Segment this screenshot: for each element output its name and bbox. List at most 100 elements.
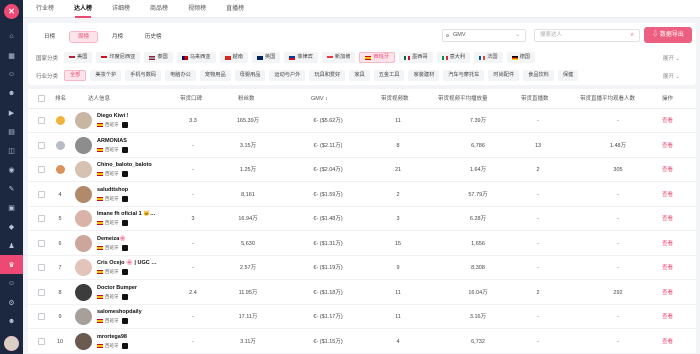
category-computer[interactable]: 电脑办公	[165, 70, 196, 81]
avatar[interactable]	[75, 112, 92, 129]
country-es[interactable]: 西班牙	[359, 52, 396, 63]
row-checkbox[interactable]	[38, 288, 45, 296]
table-row[interactable]: Diego Kiwi ! 西班牙 3.3 165.39万 €- ($5.62万) 11 7.…	[28, 109, 696, 133]
view-button[interactable]: 查看	[662, 183, 673, 207]
creator-name[interactable]: saludttshop	[97, 187, 128, 194]
account-icon[interactable]: ☻	[0, 312, 23, 331]
category-fashion[interactable]: 时尚配件	[488, 70, 520, 81]
category-auto[interactable]: 汽车与摩托车	[443, 70, 485, 81]
diamond-icon[interactable]: ◆	[0, 217, 23, 236]
search-input[interactable]: 搜索达人 ⌕	[534, 29, 640, 42]
person-icon[interactable]: ☺	[0, 274, 23, 293]
avatar[interactable]	[75, 332, 92, 350]
home-icon[interactable]: ⌂	[0, 27, 23, 46]
tab-live[interactable]: 直播榜	[226, 0, 244, 18]
user-group-icon[interactable]: ☻	[0, 84, 23, 103]
creator-name[interactable]: ARMONIAS	[97, 138, 127, 145]
tab-product[interactable]: 商品榜	[150, 0, 168, 18]
category-baby[interactable]: 母婴用品	[234, 70, 266, 81]
period-history[interactable]: 历史榜	[137, 31, 170, 43]
live-icon[interactable]: ◉	[0, 160, 23, 179]
tab-detail[interactable]: 详细榜	[112, 0, 130, 18]
search-icon[interactable]: ⌕	[631, 30, 634, 41]
product-icon[interactable]: ▣	[0, 198, 23, 217]
country-de[interactable]: 德国	[506, 52, 535, 63]
export-button[interactable]: ⇩ 数据导出	[644, 27, 692, 43]
profile-avatar[interactable]	[4, 336, 19, 351]
row-checkbox[interactable]	[38, 117, 45, 124]
shop-icon[interactable]: ◫	[0, 141, 23, 160]
avatar[interactable]	[75, 161, 92, 178]
table-row[interactable]: 4 saludttshop 西班牙 - 8,161 €- ($1.59万) 2 57.79万 -…	[28, 183, 696, 207]
tiktok-icon[interactable]	[121, 269, 128, 275]
category-home-improvement[interactable]: 家装建材	[408, 70, 440, 81]
dashboard-icon[interactable]: ▦	[0, 46, 23, 65]
view-button[interactable]: 查看	[662, 109, 673, 133]
avatar[interactable]	[75, 283, 92, 301]
country-my[interactable]: 马来西亚	[176, 52, 216, 63]
row-checkbox[interactable]	[38, 313, 45, 320]
settings-icon[interactable]: ⚙	[0, 293, 23, 312]
category-furniture[interactable]: 家具	[349, 70, 370, 81]
tiktok-icon[interactable]	[121, 293, 128, 300]
app-logo[interactable]: ✕	[4, 4, 19, 19]
category-health[interactable]: 保健	[557, 70, 579, 81]
tab-creator[interactable]: 达人榜	[74, 0, 92, 18]
row-checkbox[interactable]	[38, 166, 45, 173]
row-checkbox[interactable]	[38, 264, 45, 271]
category-tools[interactable]: 五金工具	[373, 70, 405, 81]
view-button[interactable]: 查看	[662, 281, 673, 305]
chart-icon[interactable]: ▤	[0, 122, 23, 141]
avatar[interactable]	[75, 259, 92, 276]
header-gmv[interactable]: GMV ↕	[311, 89, 328, 109]
country-it[interactable]: 意大利	[436, 52, 471, 63]
avatar[interactable]	[75, 136, 92, 154]
table-row[interactable]: 8 Doctor Bumper 西班牙 2.4 11.95万 €- ($1.18万) 11 1…	[28, 281, 696, 305]
gmv-select[interactable]: GMV ⌄	[442, 29, 526, 42]
country-fr[interactable]: 法国	[474, 52, 503, 63]
header-videos[interactable]: 带货视频数	[381, 89, 409, 109]
creator-name[interactable]: Demeiza🌸	[97, 236, 126, 243]
category-pets[interactable]: 宠物用品	[199, 70, 231, 81]
tiktok-icon[interactable]	[121, 171, 128, 177]
view-button[interactable]: 查看	[662, 256, 673, 280]
tiktok-icon[interactable]	[121, 195, 128, 202]
creator-icon[interactable]: ♟	[0, 236, 23, 255]
tab-industry[interactable]: 行业榜	[36, 0, 54, 18]
tiktok-icon[interactable]	[121, 244, 128, 251]
country-vn[interactable]: 越南	[219, 52, 248, 63]
country-id[interactable]: 印度尼西亚	[96, 52, 141, 63]
view-button[interactable]: 查看	[662, 207, 673, 231]
country-th[interactable]: 泰国	[144, 52, 173, 63]
avatar[interactable]	[75, 185, 92, 203]
view-button[interactable]: 查看	[662, 232, 673, 256]
tiktok-icon[interactable]	[121, 318, 128, 324]
header-lives[interactable]: 带货直播数	[521, 89, 549, 109]
row-checkbox[interactable]	[38, 337, 45, 345]
table-row[interactable]: Chino_baloto_baloto 西班牙 - 1.25万 €- ($2.04万) 2…	[28, 158, 696, 182]
avatar[interactable]	[75, 308, 92, 325]
row-checkbox[interactable]	[38, 141, 45, 149]
avatar[interactable]	[75, 210, 92, 227]
creator-name[interactable]: Doctor Bumper	[97, 285, 137, 292]
category-sports[interactable]: 运动与户外	[269, 70, 306, 81]
creator-name[interactable]: Diego Kiwi !	[97, 113, 128, 120]
select-all-checkbox[interactable]	[38, 95, 45, 102]
row-checkbox[interactable]	[38, 190, 45, 198]
tab-video[interactable]: 视频榜	[188, 0, 206, 18]
category-all[interactable]: 全部	[64, 70, 87, 81]
category-toys[interactable]: 玩具和爱好	[309, 70, 346, 81]
country-uk[interactable]: 英国	[251, 52, 281, 63]
video-icon[interactable]: ▶	[0, 103, 23, 122]
country-ph[interactable]: 菲律宾	[284, 52, 318, 63]
tiktok-icon[interactable]	[121, 122, 128, 128]
view-button[interactable]: 查看	[662, 305, 673, 329]
header-live-avg[interactable]: 带货直播平均观看人数	[580, 89, 635, 109]
header-score[interactable]: 带货口碑	[180, 89, 202, 109]
table-row[interactable]: 7 Cris Ocejo 🌸 | UGC … 西班牙 - 2.57万 €- ($1.19万…	[28, 256, 696, 280]
creator-name[interactable]: Chino_baloto_baloto	[97, 162, 152, 169]
ranking-icon[interactable]: ♛	[0, 255, 23, 274]
tiktok-icon[interactable]	[121, 342, 128, 349]
creator-name[interactable]: Imane fh oficial 1 🐱…	[97, 211, 156, 218]
header-video-avg[interactable]: 带货视频平均播放量	[438, 89, 488, 109]
